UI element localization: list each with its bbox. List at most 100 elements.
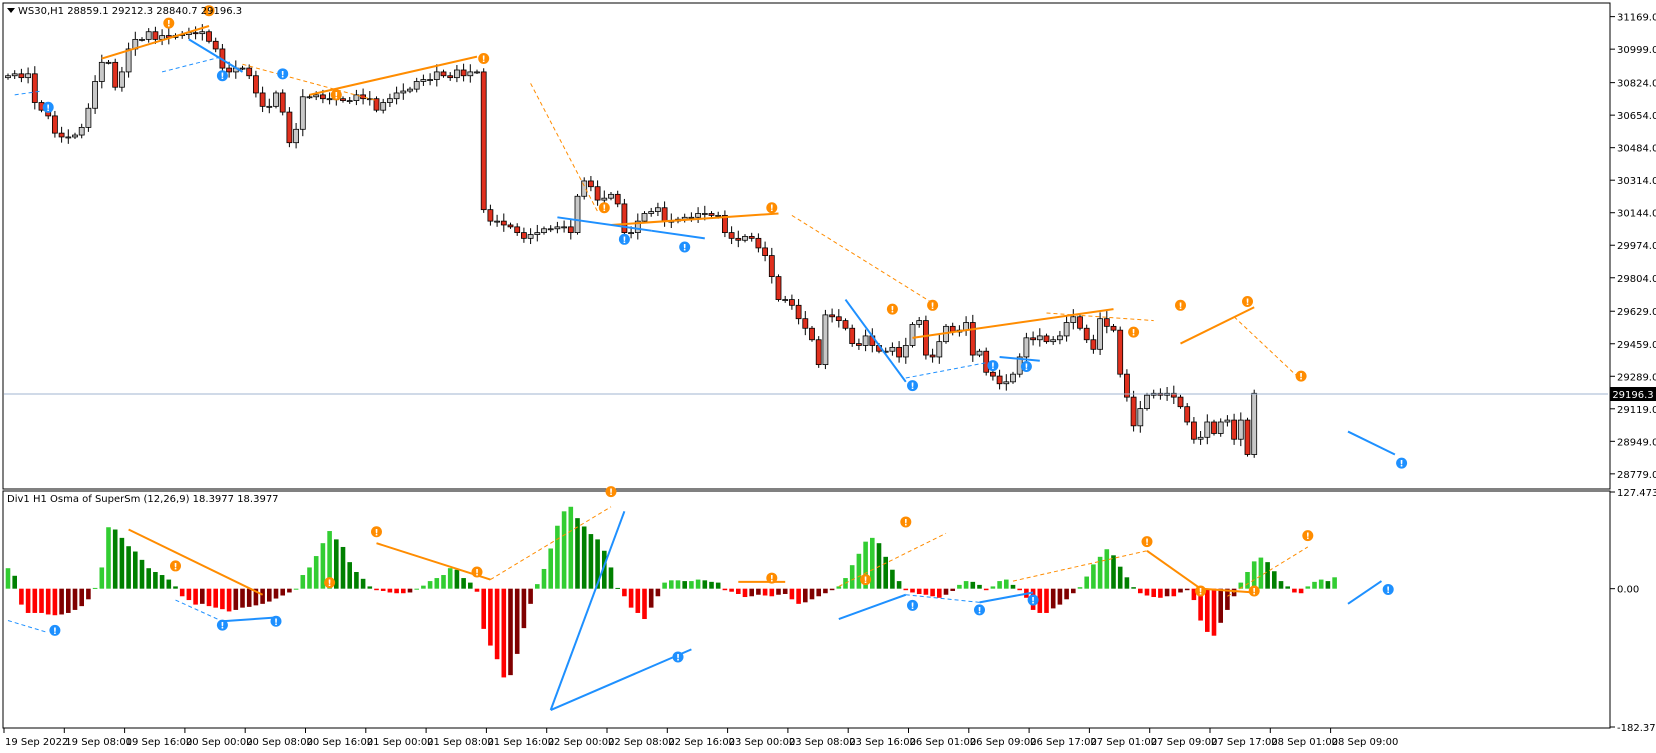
candle xyxy=(85,107,92,128)
osc-bar xyxy=(1117,566,1123,589)
bear-signal-icon-glyph: ! xyxy=(991,362,995,372)
candle xyxy=(393,92,400,100)
candle xyxy=(621,203,628,234)
candle xyxy=(5,75,11,79)
osc-bar xyxy=(1225,588,1230,610)
osc-bar xyxy=(930,588,935,597)
osc-bar xyxy=(588,534,594,589)
osc-bar xyxy=(715,582,721,589)
time-tick-label: 20 Sep 00:00 xyxy=(186,737,253,748)
osc-bar xyxy=(628,588,634,608)
osc-bar xyxy=(112,529,118,589)
candle xyxy=(936,341,943,358)
osc-bar xyxy=(555,525,560,589)
osc-bar xyxy=(689,581,694,589)
osc-bar xyxy=(615,587,620,589)
osc-bear-signal-icon-glyph: ! xyxy=(1031,597,1035,607)
time-tick-label: 20 Sep 16:00 xyxy=(307,737,374,748)
osc-bar xyxy=(1084,576,1089,589)
candle xyxy=(1110,325,1117,331)
osc-tick-label: 127.4732 xyxy=(1617,488,1656,499)
candle xyxy=(969,322,976,356)
time-tick-label: 27 Sep 01:00 xyxy=(1090,737,1157,748)
candle xyxy=(728,232,735,239)
osc-bar xyxy=(675,580,681,589)
price-tick-label: 30314.0 xyxy=(1617,176,1656,187)
candle xyxy=(400,90,407,94)
osc-bar xyxy=(535,584,540,589)
osc-bar xyxy=(179,588,185,597)
candle xyxy=(31,73,38,103)
osc-bar xyxy=(421,585,426,589)
candle xyxy=(386,98,393,103)
osc-bar xyxy=(427,581,433,589)
osc-bar xyxy=(126,546,131,589)
price-pane-header: WS30,H1 28859.1 29212.3 28840.7 29196.3 xyxy=(18,6,242,17)
bear-signal-icon-glyph: ! xyxy=(220,72,224,82)
candle xyxy=(929,354,936,358)
osc-bar xyxy=(200,588,205,604)
osc-bar xyxy=(655,588,661,597)
candle xyxy=(1003,381,1010,385)
osc-bar xyxy=(803,588,808,603)
osc-bar xyxy=(662,582,667,589)
osc-bar xyxy=(568,506,574,589)
price-tick-label: 29459.0 xyxy=(1617,340,1656,351)
osc-bar xyxy=(937,588,942,598)
time-tick-label: 19 Sep 16:00 xyxy=(126,737,193,748)
osc-bar xyxy=(166,579,172,589)
candle xyxy=(447,75,454,79)
osc-bar xyxy=(1017,588,1022,591)
bull-signal-icon-glyph: ! xyxy=(167,20,171,30)
osc-bar xyxy=(903,588,909,591)
chart-background xyxy=(0,0,1656,753)
bull-signal-icon-glyph: ! xyxy=(602,204,606,214)
osc-bar xyxy=(461,578,466,589)
oscillator-pane-header: Div1 H1 Osma of SuperSm (12,26,9) 18.397… xyxy=(7,494,279,505)
candle xyxy=(373,98,380,111)
osc-bar xyxy=(133,551,138,589)
osc-bar xyxy=(950,588,955,591)
time-tick-label: 22 Sep 08:00 xyxy=(608,737,675,748)
candle xyxy=(701,213,708,215)
candle xyxy=(655,207,661,212)
osc-bear-signal-icon-glyph: ! xyxy=(53,627,57,637)
trading-chart[interactable]: !!!!!!!!!!!!!!!!!!!!!!!!!!!!!!!!!!!!!!!!… xyxy=(0,0,1656,753)
osc-bar xyxy=(86,588,91,600)
candle xyxy=(527,234,534,239)
osc-bar xyxy=(153,571,158,589)
osc-bar xyxy=(374,588,379,591)
candle xyxy=(715,214,722,217)
candle xyxy=(112,61,119,88)
osc-bar xyxy=(1091,564,1096,589)
time-tick-label: 28 Sep 01:00 xyxy=(1271,737,1338,748)
candle xyxy=(11,73,18,77)
osc-bear-signal-icon-glyph: ! xyxy=(676,653,680,663)
candle xyxy=(1244,419,1251,455)
osc-bar xyxy=(742,588,748,598)
osc-bar xyxy=(736,588,741,594)
osc-bull-signal-icon-glyph: ! xyxy=(374,528,378,538)
candle xyxy=(286,111,293,144)
time-tick-label: 21 Sep 08:00 xyxy=(427,737,494,748)
candle xyxy=(567,226,574,234)
osc-bar xyxy=(970,581,976,589)
candle xyxy=(916,320,923,325)
bull-signal-icon-glyph: ! xyxy=(334,91,338,101)
osc-bar xyxy=(943,588,949,595)
candle xyxy=(1036,335,1043,341)
candle xyxy=(608,193,614,199)
candle xyxy=(1231,419,1237,440)
osc-bar xyxy=(146,568,151,589)
osc-bar xyxy=(19,588,24,605)
bear-signal-icon-glyph: ! xyxy=(1024,363,1028,373)
osc-bar xyxy=(1184,588,1190,591)
candle xyxy=(206,31,212,42)
current-price-label: 29196.3 xyxy=(1612,390,1653,401)
time-tick-label: 21 Sep 16:00 xyxy=(487,737,554,748)
osc-bull-signal-icon-glyph: ! xyxy=(864,576,868,586)
candle xyxy=(762,247,768,256)
time-tick-label: 27 Sep 09:00 xyxy=(1151,737,1218,748)
candle xyxy=(139,38,145,41)
candle xyxy=(1023,337,1030,358)
